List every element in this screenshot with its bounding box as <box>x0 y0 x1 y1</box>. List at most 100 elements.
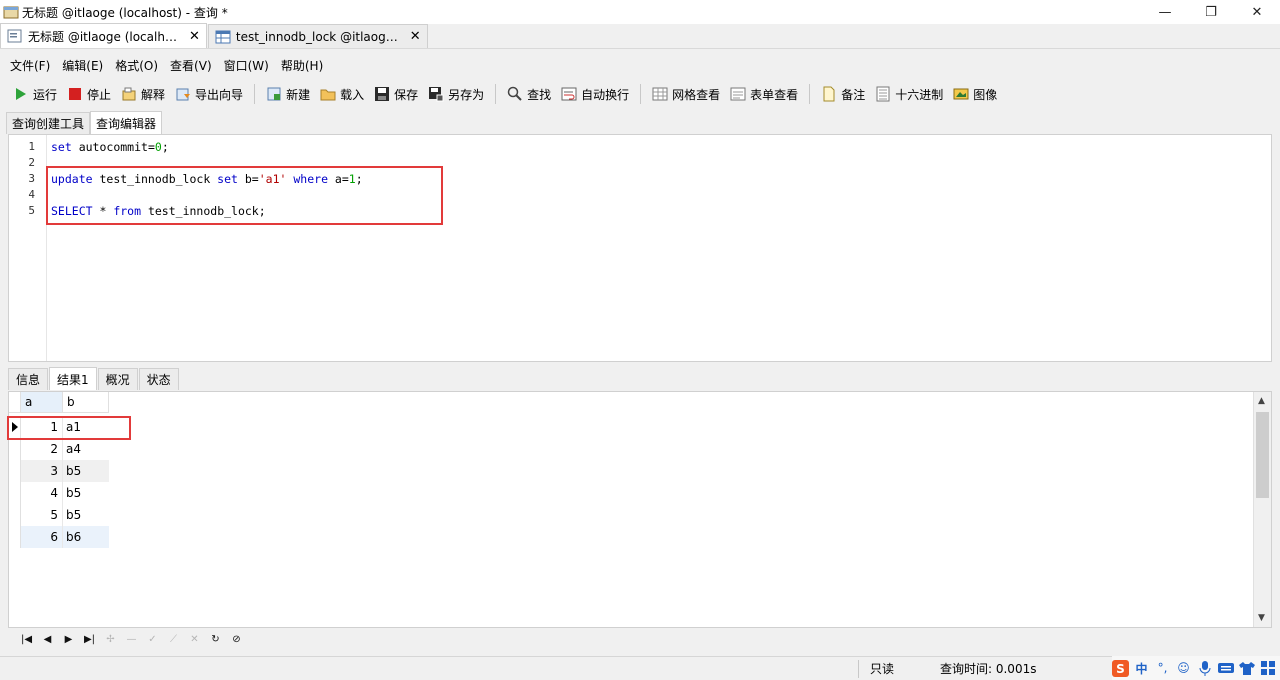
toolbar: 运行 停止 解释 导出向导 新建 载入 保存 另存为 查找 自动换行 网格查看 … <box>0 80 1280 108</box>
table-cell[interactable]: 5 <box>21 504 63 526</box>
find-button[interactable]: 查找 <box>502 82 556 106</box>
new-button[interactable]: 新建 <box>261 82 315 106</box>
export-wizard-button[interactable]: 导出向导 <box>170 82 248 106</box>
scroll-up-icon[interactable]: ▲ <box>1258 396 1265 406</box>
tab-close-icon[interactable]: ✕ <box>410 29 421 44</box>
tab-close-icon[interactable]: ✕ <box>189 29 200 44</box>
column-header-a[interactable]: a <box>21 392 63 413</box>
column-header-b[interactable]: b <box>63 392 109 413</box>
ime-toolbar: S 中 °, ☺ <box>1112 656 1280 680</box>
tab-status[interactable]: 状态 <box>138 368 179 390</box>
hex-label: 十六进制 <box>895 87 944 102</box>
form-view-button[interactable]: 表单查看 <box>725 82 803 106</box>
image-button[interactable]: 图像 <box>948 82 1002 106</box>
menu-window[interactable]: 窗口(W) <box>218 57 275 74</box>
tab-profile[interactable]: 概况 <box>97 368 138 390</box>
table-cell[interactable]: 6 <box>21 526 63 548</box>
table-cell[interactable]: 3 <box>21 460 63 482</box>
form-icon <box>730 86 746 102</box>
load-button[interactable]: 载入 <box>315 82 369 106</box>
previous-record-icon[interactable]: ◀ <box>37 631 58 647</box>
word-wrap-icon <box>561 86 577 102</box>
new-query-icon <box>266 86 282 102</box>
add-record-icon[interactable]: ✢ <box>100 631 121 647</box>
memo-button[interactable]: 备注 <box>816 82 870 106</box>
menu-format[interactable]: 格式(O) <box>109 57 164 74</box>
scroll-down-icon[interactable]: ▼ <box>1258 613 1265 623</box>
image-label: 图像 <box>973 87 998 102</box>
tab-result1[interactable]: 结果1 <box>49 367 97 390</box>
microphone-icon[interactable] <box>1196 660 1213 677</box>
table-cell[interactable]: b5 <box>63 482 109 504</box>
toolbar-divider <box>640 84 642 104</box>
hex-button[interactable]: 十六进制 <box>870 82 948 106</box>
stop-refresh-icon[interactable]: ⊘ <box>226 631 247 647</box>
new-label: 新建 <box>286 87 311 102</box>
sogou-logo-icon[interactable]: S <box>1112 659 1129 677</box>
grid-view-label: 网格查看 <box>672 87 721 102</box>
toolbox-grid-icon[interactable] <box>1259 660 1276 677</box>
table-cell[interactable]: b6 <box>63 526 109 548</box>
keyboard-icon[interactable] <box>1217 660 1234 677</box>
skin-shirt-icon[interactable] <box>1238 660 1255 677</box>
close-button[interactable]: ✕ <box>1234 0 1280 24</box>
run-button[interactable]: 运行 <box>8 82 62 106</box>
sql-editor[interactable]: 1 2 3 4 5 set autocommit=0; update test_… <box>8 134 1272 362</box>
line-number: 4 <box>28 188 35 201</box>
result-tabs: 信息 结果1 概况 状态 <box>8 367 180 390</box>
stop-icon <box>67 86 83 102</box>
tab-query-untitled[interactable]: 无标题 @itlaoge (localh… ✕ <box>0 23 207 48</box>
menu-view[interactable]: 查看(V) <box>164 57 218 74</box>
form-view-label: 表单查看 <box>750 87 799 102</box>
first-record-icon[interactable]: |◀ <box>16 631 37 647</box>
last-record-icon[interactable]: ▶| <box>79 631 100 647</box>
export-icon <box>175 86 191 102</box>
save-icon <box>374 86 390 102</box>
highlight-box <box>7 416 131 440</box>
apply-edit-icon[interactable]: ✓ <box>142 631 163 647</box>
emoji-icon[interactable]: ☺ <box>1175 660 1192 677</box>
edit-record-icon[interactable]: ⟋ <box>163 631 184 647</box>
menu-edit[interactable]: 编辑(E) <box>56 57 109 74</box>
row-indicator <box>9 438 21 460</box>
word-wrap-label: 自动换行 <box>581 87 630 102</box>
menu-help[interactable]: 帮助(H) <box>275 57 329 74</box>
save-as-button[interactable]: 另存为 <box>423 82 489 106</box>
tab-query-editor[interactable]: 查询编辑器 <box>90 111 163 134</box>
refresh-icon[interactable]: ↻ <box>205 631 226 647</box>
punctuation-icon[interactable]: °, <box>1154 660 1171 677</box>
tab-table-test-innodb-lock[interactable]: test_innodb_lock @itlaog… ✕ <box>207 24 428 48</box>
minimize-button[interactable]: — <box>1142 0 1188 24</box>
maximize-button[interactable]: ❐ <box>1188 0 1234 24</box>
hex-icon <box>875 86 891 102</box>
result-grid[interactable]: a b 1 a1 2 a4 3 b5 4 b5 5 b5 6 b6 ▲ ▼ <box>7 391 1272 628</box>
save-button[interactable]: 保存 <box>369 82 423 106</box>
stop-button[interactable]: 停止 <box>62 82 116 106</box>
table-cell[interactable]: 2 <box>21 438 63 460</box>
table-cell[interactable]: b5 <box>63 504 109 526</box>
line-number: 1 <box>28 140 35 153</box>
explain-button[interactable]: 解释 <box>116 82 170 106</box>
grid-view-button[interactable]: 网格查看 <box>647 82 725 106</box>
cancel-edit-icon[interactable]: ✕ <box>184 631 205 647</box>
line-number: 2 <box>28 156 35 169</box>
ime-mode-indicator[interactable]: 中 <box>1133 660 1150 677</box>
menu-file[interactable]: 文件(F) <box>4 57 56 74</box>
next-record-icon[interactable]: ▶ <box>58 631 79 647</box>
table-cell[interactable]: 4 <box>21 482 63 504</box>
memo-icon <box>821 86 837 102</box>
word-wrap-button[interactable]: 自动换行 <box>556 82 634 106</box>
table-cell[interactable]: a4 <box>63 438 109 460</box>
table-cell[interactable]: b5 <box>63 460 109 482</box>
svg-text:S: S <box>1116 662 1125 676</box>
tab-query-builder[interactable]: 查询创建工具 <box>6 112 91 134</box>
scroll-thumb[interactable] <box>1256 412 1269 498</box>
delete-record-icon[interactable]: — <box>121 631 142 647</box>
tab-info[interactable]: 信息 <box>8 368 49 390</box>
toolbar-divider <box>254 84 256 104</box>
export-wizard-label: 导出向导 <box>195 87 244 102</box>
vertical-scrollbar[interactable]: ▲ ▼ <box>1253 392 1271 627</box>
app-icon <box>3 6 19 19</box>
row-indicator <box>9 526 21 548</box>
run-label: 运行 <box>33 87 58 102</box>
